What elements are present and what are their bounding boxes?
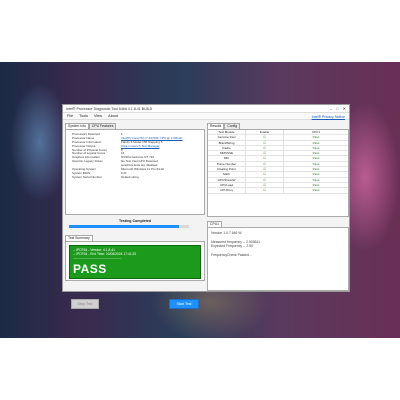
cpu1-result: Pass bbox=[312, 151, 320, 156]
test-module-name: MMXSSE bbox=[208, 151, 246, 156]
status-label: Testing Completed bbox=[118, 219, 152, 223]
cpu1-result: Pass bbox=[312, 156, 320, 161]
bottom-margin bbox=[0, 348, 400, 400]
cpu1-result: Pass bbox=[312, 140, 320, 145]
cpu1-result: Pass bbox=[312, 172, 320, 177]
cpu1-result: Pass bbox=[312, 188, 320, 193]
enable-checkbox[interactable]: ☑ bbox=[246, 135, 284, 140]
enable-checkbox[interactable]: ☑ bbox=[246, 156, 284, 161]
enable-checkbox[interactable]: ☑ bbox=[246, 161, 284, 167]
summary-panel: -- IPDT64 - Version: 4.1.8.41 -- IPDT64 … bbox=[65, 241, 205, 281]
cpu1-result: Pass bbox=[312, 161, 320, 166]
app-window: Intel® Processor Diagnostic Tool 64bit 4… bbox=[62, 104, 350, 309]
results-row: CPUFreq ☑ Pass bbox=[208, 188, 348, 194]
menu-about[interactable]: About bbox=[108, 114, 118, 118]
column-header: Test Module bbox=[208, 130, 246, 135]
cpu1-result: Pass bbox=[312, 135, 320, 140]
system-info-key: System Serial Number bbox=[72, 175, 103, 179]
menu-view[interactable]: View bbox=[94, 114, 102, 118]
stop-test-button[interactable]: Stop Test bbox=[71, 299, 99, 309]
column-header: Enable bbox=[246, 130, 284, 135]
cpu1-result: Pass bbox=[312, 177, 320, 182]
summary-line: ----------------------------------------… bbox=[73, 256, 122, 260]
test-module-name: IMC bbox=[208, 156, 246, 161]
close-icon[interactable]: ✕ bbox=[343, 106, 346, 111]
system-info-value: Default string bbox=[121, 175, 139, 179]
system-info-panel: Processors Detected 1 Processor Name Intel(… bbox=[65, 129, 205, 215]
start-test-button[interactable]: Start Test bbox=[169, 299, 199, 309]
privacy-notice-link[interactable]: Intel® Privacy Notice bbox=[312, 115, 345, 119]
cpu-log-panel: Version 1.0.7.646 W Measured frequency -… bbox=[207, 227, 349, 291]
enable-checkbox[interactable]: ☑ bbox=[246, 177, 284, 182]
enable-checkbox[interactable]: ☑ bbox=[246, 182, 284, 188]
test-module-name: CPUFreq bbox=[208, 188, 246, 193]
minimize-icon[interactable]: – bbox=[330, 106, 332, 111]
column-header: CPU1 bbox=[311, 130, 320, 134]
enable-checkbox[interactable]: ☑ bbox=[246, 188, 284, 193]
enable-checkbox[interactable]: ☑ bbox=[246, 167, 284, 172]
test-module-name: Cache bbox=[208, 145, 246, 151]
progress-fill bbox=[69, 225, 180, 228]
enable-checkbox[interactable]: ☑ bbox=[246, 140, 284, 145]
result-panel: -- IPDT64 - Version: 4.1.8.41 -- IPDT64 … bbox=[69, 245, 201, 279]
enable-checkbox[interactable]: ☑ bbox=[246, 145, 284, 151]
test-module-name: GPUStressW bbox=[208, 177, 246, 182]
window-title: Intel® Processor Diagnostic Tool 64bit 4… bbox=[66, 106, 153, 111]
cpu1-result: Pass bbox=[312, 167, 320, 172]
test-module-name: Prime Number bbox=[208, 161, 246, 167]
test-module-name: BrandString bbox=[208, 140, 246, 145]
maximize-icon[interactable]: □ bbox=[336, 106, 338, 111]
progress-bar bbox=[69, 225, 189, 228]
menu-bar: File Tools View About Intel® Privacy Not… bbox=[63, 113, 349, 120]
left-panel: System Info CPU Features Processors Dete… bbox=[65, 123, 205, 309]
test-module-name: Genuine Intel bbox=[208, 135, 246, 140]
test-module-name: Math bbox=[208, 172, 246, 177]
enable-checkbox[interactable]: ☑ bbox=[246, 151, 284, 156]
right-panel: Results Config Test Module Enable CPU1 G… bbox=[207, 123, 349, 291]
menu-file[interactable]: File bbox=[67, 114, 73, 118]
cpu1-result: Pass bbox=[312, 182, 320, 187]
screenshot-stage: Intel® Processor Diagnostic Tool 64bit 4… bbox=[0, 0, 400, 400]
enable-checkbox[interactable]: ☑ bbox=[246, 172, 284, 177]
system-info-row: System Serial Number Default string bbox=[69, 176, 201, 180]
result-status: PASS bbox=[73, 262, 107, 276]
cpu-log-line: FrequencyCheck Passed... bbox=[211, 253, 252, 257]
menu-tools[interactable]: Tools bbox=[79, 114, 88, 118]
wallpaper-light-left bbox=[10, 82, 70, 202]
results-table: Test Module Enable CPU1 Genuine Intel ☑ Pa… bbox=[207, 129, 349, 217]
window-controls: – □ ✕ bbox=[330, 106, 346, 111]
test-module-name: CPULoad bbox=[208, 182, 246, 188]
cpu1-result: Pass bbox=[312, 145, 320, 150]
test-module-name: Floating Point bbox=[208, 167, 246, 172]
title-bar: Intel® Processor Diagnostic Tool 64bit 4… bbox=[63, 105, 349, 113]
